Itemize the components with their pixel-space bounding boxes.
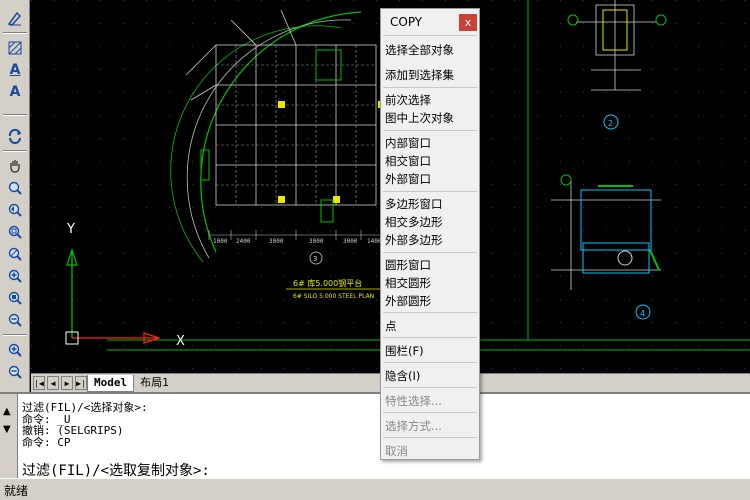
section-marker: 4 (640, 309, 645, 318)
menu-item-outside-circle[interactable]: 外部圆形 (385, 293, 431, 309)
menu-item-outside-window[interactable]: 外部窗口 (385, 171, 431, 187)
menu-item-last[interactable]: 图中上次对象 (385, 110, 454, 126)
copy-context-menu: COPY x 选择全部对象 添加到选择集 前次选择 图中上次对象 内部窗口 相交… (380, 8, 480, 460)
plan-title: 6# 库5.000钢平台 (293, 278, 362, 288)
command-input[interactable]: 过滤(FIL)/<选取复制对象>: (22, 460, 210, 480)
tab-next-button[interactable]: ▶ (61, 376, 73, 390)
command-history-line: 命令: CP (22, 435, 71, 449)
zoom-window-icon[interactable] (4, 222, 26, 242)
menu-item-add-to-selection[interactable]: 添加到选择集 (385, 67, 454, 83)
zoom-dynamic-icon[interactable] (4, 244, 26, 264)
status-text: 就绪 (4, 484, 29, 498)
tab-label: 布局1 (140, 375, 169, 389)
zoom-realtime-icon[interactable] (4, 178, 26, 198)
cad-application: A A 1000 2400 3000 3000 3000 1400 3 6# 库… (0, 0, 750, 500)
menu-item-crossing-polygon[interactable]: 相交多边形 (385, 214, 443, 230)
edit-text-icon[interactable] (4, 8, 26, 28)
zoom-previous-icon[interactable] (4, 200, 26, 220)
pan-hand-icon[interactable] (4, 156, 26, 176)
menu-item-point[interactable]: 点 (385, 318, 397, 334)
tab-last-button[interactable]: ▶| (75, 376, 87, 390)
menu-item-selection-mode[interactable]: 选择方式... (385, 418, 442, 434)
tab-layout1[interactable]: 布局1 (134, 375, 175, 392)
hatch-icon[interactable] (4, 38, 26, 58)
plan-subtitle: 6# SILO 5.000 STEEL PLAN (293, 293, 374, 300)
section-marker: 2 (608, 119, 613, 128)
menu-item-crossing-circle[interactable]: 相交圆形 (385, 275, 431, 291)
zoom-scale-icon[interactable] (4, 288, 26, 308)
tab-first-button[interactable]: |◀ (33, 376, 45, 390)
menu-item-outside-polygon[interactable]: 外部多边形 (385, 232, 443, 248)
command-history-line: 过滤(FIL)/<选择对象>: (22, 401, 148, 414)
menu-item-cancel[interactable]: 取消 (385, 443, 408, 459)
command-window: ▲ ▼ 过滤(FIL)/<选择对象>: 命令: _U 撤销: (SELGRIPS… (0, 392, 750, 480)
section-marker: 3 (313, 255, 317, 263)
left-toolbar: A A (0, 0, 30, 392)
tab-model[interactable]: Model (87, 374, 135, 392)
expand-arrow-icon[interactable]: ▼ (3, 424, 11, 435)
menu-item-crossing[interactable]: 相交窗口 (385, 153, 431, 169)
dim-label: 3000 (309, 238, 324, 245)
menu-item-window[interactable]: 内部窗口 (385, 135, 431, 151)
command-window-handle[interactable]: ▲ ▼ (0, 394, 18, 478)
menu-item-implied[interactable]: 隐含(I) (385, 368, 420, 384)
dim-label: 3000 (343, 238, 358, 245)
zoom-out-minus-icon[interactable] (4, 362, 26, 382)
zoom-in-icon[interactable] (4, 266, 26, 286)
zoom-in-plus-icon[interactable] (4, 340, 26, 360)
tab-prev-button[interactable]: ◀ (47, 376, 59, 390)
menu-item-fence[interactable]: 围栏(F) (385, 343, 424, 359)
tab-label: Model (94, 375, 128, 389)
menu-item-property-select[interactable]: 特性选择... (385, 393, 442, 409)
menu-item-window-circle[interactable]: 圆形窗口 (385, 257, 431, 273)
collapse-arrow-icon[interactable]: ▲ (3, 406, 11, 417)
command-history-line: 撤销: (SELGRIPS) (22, 424, 124, 437)
close-icon: x (464, 16, 472, 29)
command-history: 过滤(FIL)/<选择对象>: 命令: _U 撤销: (SELGRIPS) 命令… (22, 402, 148, 448)
dim-label: 1000 (213, 238, 228, 245)
redraw-icon[interactable] (4, 126, 26, 146)
close-button[interactable]: x (459, 14, 477, 31)
dim-label: 3000 (269, 238, 284, 245)
single-line-text-icon[interactable]: A (4, 82, 26, 102)
menu-title: COPY (390, 15, 423, 29)
status-bar: 就绪 (0, 478, 750, 500)
dim-label: 2400 (236, 238, 251, 245)
ucs-y-label: Y (66, 222, 75, 237)
ucs-x-label: X (176, 334, 185, 349)
multiline-text-icon[interactable]: A (4, 60, 26, 80)
menu-header: COPY x (381, 9, 479, 35)
menu-item-previous[interactable]: 前次选择 (385, 92, 431, 108)
zoom-out-icon[interactable] (4, 310, 26, 330)
menu-item-window-polygon[interactable]: 多边形窗口 (385, 196, 443, 212)
menu-item-select-all[interactable]: 选择全部对象 (385, 42, 454, 58)
